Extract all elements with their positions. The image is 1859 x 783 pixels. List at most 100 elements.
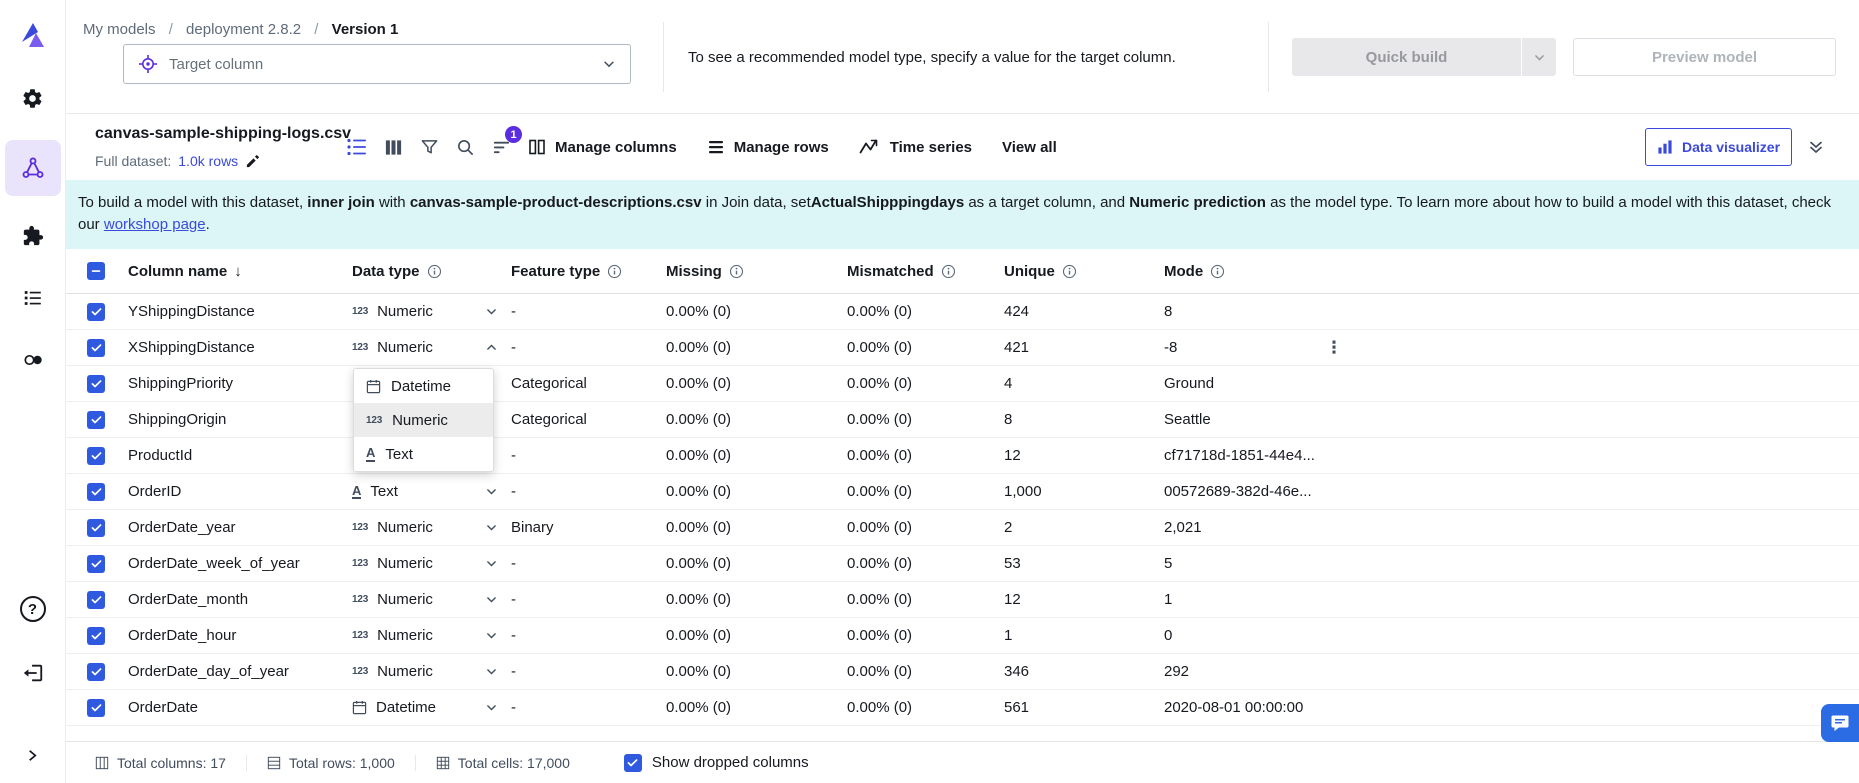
unique-cell: 424 (1004, 303, 1164, 320)
sign-out-icon[interactable] (13, 653, 53, 693)
column-name-cell: ShippingPriority (128, 375, 352, 392)
select-all-checkbox[interactable] (87, 262, 105, 280)
top-header: My models / deployment 2.8.2 / Version 1… (66, 0, 1859, 114)
time-series-button[interactable]: Time series (859, 137, 972, 157)
quick-build-button[interactable]: Quick build (1292, 38, 1556, 76)
total-rows: Total rows: 1,000 (267, 755, 416, 771)
target-column-select[interactable]: Target column (123, 44, 631, 84)
row-checkbox[interactable] (87, 303, 105, 321)
preview-model-button[interactable]: Preview model (1573, 38, 1836, 76)
show-dropped-columns-checkbox[interactable]: Show dropped columns (624, 754, 809, 772)
unique-cell: 561 (1004, 699, 1164, 716)
data-visualizer-button[interactable]: Data visualizer (1645, 128, 1792, 166)
feature-type-cell: - (511, 663, 666, 680)
dropdown-option[interactable]: 123 A Datetime (354, 369, 493, 403)
row-checkbox[interactable] (87, 519, 105, 537)
info-icon[interactable] (1062, 264, 1077, 279)
manage-columns-label: Manage columns (555, 139, 677, 156)
row-checkbox[interactable] (87, 699, 105, 717)
table-row: ShippingOrigin 123 A Categorical 0.00% (… (66, 402, 1859, 438)
banner-bold-segment: canvas-sample-product-descriptions.csv (410, 194, 702, 211)
sort-desc-icon[interactable]: ↓ (234, 263, 242, 280)
data-type-label: Numeric (377, 519, 433, 536)
info-icon[interactable] (607, 264, 622, 279)
list-view-icon[interactable] (344, 134, 370, 160)
dropdown-option[interactable]: 123 A Numeric (354, 403, 493, 437)
app-logo[interactable] (16, 18, 50, 52)
view-all-button[interactable]: View all (1002, 139, 1057, 156)
row-checkbox[interactable] (87, 339, 105, 357)
header-column-name[interactable]: Column name ↓ (128, 263, 352, 280)
double-chevron-icon[interactable] (1808, 139, 1824, 155)
data-type-select[interactable]: 123 A Numeric (352, 519, 498, 536)
data-type-select[interactable]: 123 A Numeric (352, 663, 498, 680)
info-icon[interactable] (729, 264, 744, 279)
row-checkbox[interactable] (87, 411, 105, 429)
sidebar-item-automations[interactable] (13, 340, 53, 380)
header-unique[interactable]: Unique (1004, 263, 1164, 280)
table-body: YShippingDistance 123 A Numeric - 0.00% … (66, 294, 1859, 726)
banner-text: To build a model with this dataset, inne… (78, 192, 1845, 236)
mode-cell: Ground (1164, 375, 1859, 392)
column-name-cell: OrderDate_hour (128, 627, 352, 644)
banner-bold-segment: Numeric prediction (1129, 194, 1266, 211)
unique-cell: 421 (1004, 339, 1164, 356)
manage-columns-button[interactable]: Manage columns (528, 138, 677, 156)
show-dropped-columns-label: Show dropped columns (652, 754, 809, 771)
header-label: Unique (1004, 263, 1055, 280)
kebab-menu-icon[interactable]: ⋮ (1323, 330, 1345, 366)
sidebar-item-datasets[interactable] (13, 278, 53, 318)
numeric-type-icon: 123 (352, 666, 368, 677)
sidebar-item-custom-models[interactable] (13, 216, 53, 256)
breadcrumb-deployment[interactable]: deployment 2.8.2 (186, 21, 301, 38)
grid-view-icon[interactable] (380, 134, 406, 160)
chat-feedback-button[interactable] (1821, 704, 1859, 742)
numeric-type-icon: 123 (352, 306, 368, 317)
feature-type-cell: - (511, 447, 666, 464)
row-checkbox[interactable] (87, 663, 105, 681)
quick-build-dropdown-icon[interactable] (1522, 38, 1556, 76)
header-mismatched[interactable]: Mismatched (847, 263, 1004, 280)
data-type-select[interactable]: 123 A Numeric (352, 591, 498, 608)
workshop-page-link[interactable]: workshop page (104, 216, 206, 233)
filter-icon[interactable] (416, 134, 442, 160)
bar-chart-icon (1657, 139, 1673, 155)
info-icon[interactable] (941, 264, 956, 279)
info-icon[interactable] (1210, 264, 1225, 279)
header-missing[interactable]: Missing (666, 263, 847, 280)
header-data-type[interactable]: Data type (352, 263, 511, 280)
row-checkbox[interactable] (87, 627, 105, 645)
info-icon[interactable] (427, 264, 442, 279)
help-icon[interactable]: ? (13, 589, 53, 629)
row-checkbox[interactable] (87, 483, 105, 501)
numeric-type-icon: 123 (352, 630, 368, 641)
expand-sidebar-icon[interactable] (19, 741, 47, 769)
numeric-type-icon: 123 (352, 558, 368, 569)
rows-count-link[interactable]: 1.0k rows (178, 153, 238, 169)
view-toolbar: 1 (344, 114, 514, 180)
data-type-select[interactable]: 123 A Text (352, 483, 498, 500)
dropdown-option[interactable]: 123 A Text (354, 437, 493, 471)
sidebar-item-my-models[interactable] (5, 140, 61, 196)
column-name-cell: OrderDate_week_of_year (128, 555, 352, 572)
manage-rows-button[interactable]: Manage rows (707, 138, 829, 156)
row-checkbox[interactable] (87, 591, 105, 609)
settings-gear-icon[interactable] (13, 78, 53, 118)
sort-icon[interactable]: 1 (488, 134, 514, 160)
data-type-select[interactable]: 123 A Datetime (352, 699, 498, 716)
missing-cell: 0.00% (0) (666, 519, 847, 536)
edit-pencil-icon[interactable] (245, 154, 260, 169)
data-type-select[interactable]: 123 A Numeric (352, 627, 498, 644)
help-glyph: ? (28, 601, 37, 618)
data-type-select[interactable]: 123 A Numeric (352, 555, 498, 572)
row-checkbox[interactable] (87, 555, 105, 573)
breadcrumb-my-models[interactable]: My models (83, 21, 156, 38)
header-feature-type[interactable]: Feature type (511, 263, 666, 280)
row-checkbox[interactable] (87, 375, 105, 393)
header-mode[interactable]: Mode (1164, 263, 1859, 280)
feature-type-cell: - (511, 627, 666, 644)
row-checkbox[interactable] (87, 447, 105, 465)
data-type-select[interactable]: 123 A Numeric (352, 339, 498, 356)
data-type-select[interactable]: 123 A Numeric (352, 303, 498, 320)
search-icon[interactable] (452, 134, 478, 160)
